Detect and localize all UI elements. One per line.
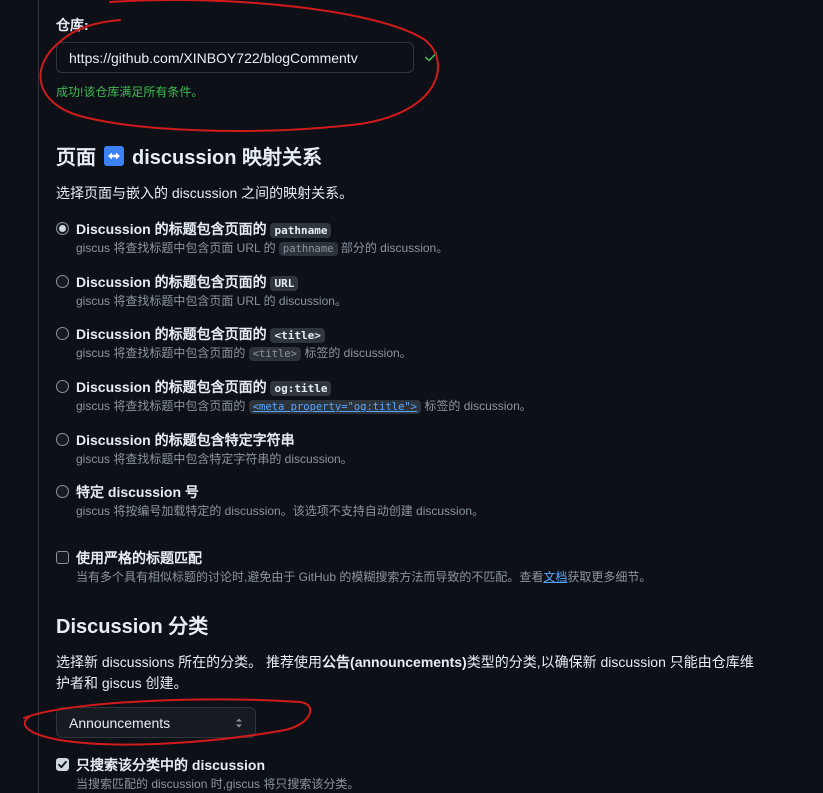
option-code: URL xyxy=(270,276,299,291)
mapping-option-desc: giscus 将查找标题中包含页面 URL 的 pathname 部分的 dis… xyxy=(76,239,448,256)
select-arrows-icon xyxy=(236,718,242,727)
category-select[interactable]: Announcements xyxy=(56,707,256,738)
category-description: 选择新 discussions 所在的分类。 推荐使用公告(announceme… xyxy=(56,652,776,694)
mapping-radio-pathname[interactable] xyxy=(56,222,69,235)
strict-desc-text: 获取更多细节。 xyxy=(567,570,652,584)
option-desc-text: 标签的 discussion。 xyxy=(424,399,532,413)
mapping-radio-og-title[interactable] xyxy=(56,380,69,393)
content-left-border xyxy=(38,0,39,793)
option-desc-text: giscus 将查找标题中包含页面 URL 的 xyxy=(76,241,276,255)
option-code: og:title xyxy=(270,381,332,396)
mapping-option-title: Discussion 的标题包含页面的 URL xyxy=(76,272,299,292)
mapping-option-desc: giscus 将查找标题中包含特定字符串的 discussion。 xyxy=(76,452,353,466)
mapping-option-title: Discussion 的标题包含特定字符串 xyxy=(76,432,295,448)
strict-match-checkbox[interactable] xyxy=(56,551,69,564)
mapping-option-desc: giscus 将按编号加载特定的 discussion。该选项不支持自动创建 d… xyxy=(76,504,485,518)
checkmark-icon xyxy=(58,760,67,769)
category-only-desc: 当搜索匹配的 discussion 时,giscus 将只搜索该分类。 xyxy=(76,777,360,791)
check-icon xyxy=(424,52,438,62)
mapping-radio-url[interactable] xyxy=(56,275,69,288)
docs-link[interactable]: 文档 xyxy=(543,570,567,584)
option-desc-text: 标签的 discussion。 xyxy=(304,346,412,360)
mapping-option-desc: giscus 将查找标题中包含页面 URL 的 discussion。 xyxy=(76,294,347,308)
mapping-option-title: Discussion 的标题包含页面的 og:title xyxy=(76,377,332,397)
mapping-radio-title[interactable] xyxy=(56,327,69,340)
mapping-radio-specific-number[interactable] xyxy=(56,485,69,498)
option-code: <title> xyxy=(270,328,325,343)
category-desc-text: 类型的分类,以确保新 discussion 只能由仓库维 xyxy=(466,654,754,670)
category-only-label: 只搜索该分类中的 discussion xyxy=(76,757,266,773)
strict-match-desc: 当有多个具有相似标题的讨论时,避免由于 GitHub 的模糊搜索方法而导致的不匹… xyxy=(76,568,651,585)
option-title-text: Discussion 的标题包含页面的 xyxy=(76,326,267,342)
option-desc-code: pathname xyxy=(278,242,338,256)
mapping-heading-after: discussion 映射关系 xyxy=(132,147,323,169)
option-code: pathname xyxy=(270,223,332,238)
category-only-checkbox[interactable] xyxy=(56,758,69,771)
strict-match-label: 使用严格的标题匹配 xyxy=(76,550,202,566)
repository-success-message: 成功!该仓库满足所有条件。 xyxy=(56,85,204,99)
category-desc-text: 护者和 giscus 创建。 xyxy=(56,675,188,691)
option-title-text: Discussion 的标题包含页面的 xyxy=(76,274,267,290)
mapping-option-title: 特定 discussion 号 xyxy=(76,484,199,500)
mapping-description: 选择页面与嵌入的 discussion 之间的映射关系。 xyxy=(56,185,354,201)
category-desc-text: 选择新 discussions 所在的分类。 推荐使用 xyxy=(56,654,323,670)
option-desc-text: giscus 将查找标题中包含页面的 xyxy=(76,399,246,413)
category-heading: Discussion 分类 xyxy=(56,616,209,638)
mapping-heading-before: 页面 xyxy=(56,147,96,169)
category-select-value: Announcements xyxy=(69,714,171,731)
option-title-text: Discussion 的标题包含页面的 xyxy=(76,379,267,395)
option-desc-text: giscus 将查找标题中包含页面的 xyxy=(76,346,246,360)
mapping-heading: 页面 discussion 映射关系 xyxy=(56,141,322,170)
mapping-option-desc: giscus 将查找标题中包含页面的 <title> 标签的 discussio… xyxy=(76,344,412,361)
left-right-arrow-icon xyxy=(104,145,124,166)
repository-input[interactable] xyxy=(56,42,414,73)
category-desc-bold: 公告(announcements) xyxy=(322,654,467,670)
repository-label: 仓库: xyxy=(56,17,89,33)
option-desc-code-link[interactable]: <meta property="og:title"> xyxy=(248,400,422,414)
strict-desc-text: 当有多个具有相似标题的讨论时,避免由于 GitHub 的模糊搜索方法而导致的不匹… xyxy=(76,570,544,584)
mapping-radio-specific-term[interactable] xyxy=(56,433,69,446)
mapping-option-title: Discussion 的标题包含页面的 <title> xyxy=(76,324,325,344)
option-desc-code: <title> xyxy=(248,347,301,361)
option-title-text: Discussion 的标题包含页面的 xyxy=(76,221,267,237)
mapping-option-desc: giscus 将查找标题中包含页面的 <meta property="og:ti… xyxy=(76,397,532,414)
option-desc-text: 部分的 discussion。 xyxy=(340,241,449,255)
mapping-option-title: Discussion 的标题包含页面的 pathname xyxy=(76,219,332,239)
